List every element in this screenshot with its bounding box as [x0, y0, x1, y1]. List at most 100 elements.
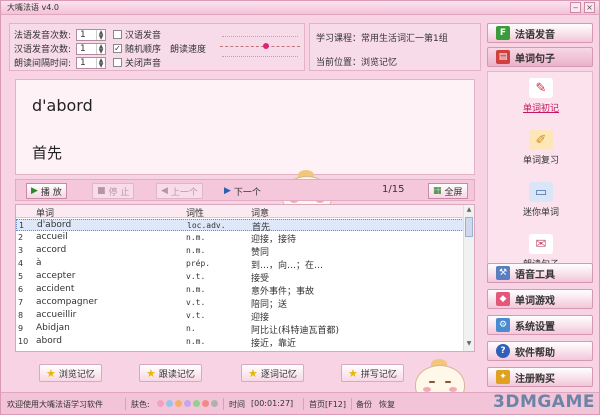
skin-color-swatch[interactable] — [184, 400, 191, 407]
help-icon: ? — [496, 344, 510, 358]
scroll-down-icon[interactable]: ▼ — [465, 340, 473, 350]
window-controls: ‒ × — [570, 2, 595, 13]
sub-navigation: ✎ 单词初记 ✐ 单词复习 ▭ 迷你单词 ✉ 朗读句子 — [487, 71, 593, 283]
current-location: 当前位置：浏览记忆 — [316, 58, 398, 68]
sidebar-item-voice-tools[interactable]: ⚒ 语音工具 — [487, 263, 593, 283]
mute-checkbox[interactable]: 关闭声音 — [113, 56, 161, 69]
sidebar-item-words-sentences[interactable]: ▤ 单词句子 — [487, 47, 593, 67]
fr-count-stepper[interactable]: 1 ▲ ▼ — [76, 28, 106, 41]
stepper-arrows-icon[interactable]: ▲ ▼ — [96, 29, 105, 40]
col-meaning[interactable]: 词意 — [251, 206, 269, 219]
book-icon: ▤ — [496, 50, 510, 64]
checkbox-box[interactable] — [113, 30, 122, 39]
checkbox-box[interactable]: ✓ — [113, 44, 122, 53]
sidebar-item-register[interactable]: ✦ 注册购买 — [487, 367, 593, 387]
sidebar: F 法语发音 ▤ 单词句子 ✎ 单词初记 ✐ 单词复习 ▭ 迷你单词 ✉ 朗读句… — [483, 19, 597, 389]
mode-label: 拼写记忆 — [360, 369, 397, 380]
grid-icon: ▦ — [433, 186, 442, 196]
play-button[interactable]: ▶ 播 放 — [26, 183, 67, 199]
row-meaning: 阿比让(科特迪瓦首都) — [251, 326, 340, 336]
col-word[interactable]: 单词 — [36, 206, 54, 219]
interval-stepper[interactable]: 1 ▲ ▼ — [76, 56, 106, 69]
row-pos: v.t. — [186, 311, 206, 320]
subnav-review[interactable]: ✐ 单词复习 — [488, 126, 594, 172]
cn-voice-checkbox[interactable]: 汉语发音 — [113, 28, 161, 41]
row-meaning: 陪同；送 — [251, 300, 288, 310]
speed-slider[interactable] — [220, 32, 300, 62]
table-row[interactable]: 6 accident n.m. 意外事件；事故 — [16, 284, 464, 297]
stepper-arrows-icon[interactable]: ▲ ▼ — [96, 57, 105, 68]
slider-thumb[interactable] — [263, 43, 269, 49]
stop-button[interactable]: ■ 停 止 — [92, 183, 135, 199]
setting-cn-count: 汉语发音次数: 1 ▲ ▼ — [14, 42, 106, 55]
sidebar-item-settings[interactable]: ⚙ 系统设置 — [487, 315, 593, 335]
next-button[interactable]: ▶ 下一个 — [220, 183, 265, 199]
memory-modes: ★ 浏览记忆 ★ 跟读记忆 ★ 逐词记忆 ★ 拼写记忆 — [15, 359, 475, 385]
sidebar-label: 系统设置 — [515, 321, 555, 333]
gear-icon: ⚙ — [496, 318, 510, 332]
table-row[interactable]: 2 accueil n.m. 迎接，接待 — [16, 232, 464, 245]
fullscreen-label: 全屏 — [444, 187, 463, 198]
backup-button[interactable]: 备份 — [356, 399, 372, 410]
skin-color-swatch[interactable] — [211, 400, 218, 407]
skin-color-swatch[interactable] — [202, 400, 209, 407]
cn-count-stepper[interactable]: 1 ▲ ▼ — [76, 42, 106, 55]
home-button[interactable]: 首页[F12] — [309, 399, 346, 410]
pen-icon: ✐ — [529, 130, 553, 150]
table-row[interactable]: 10 abord n.m. 接近，靠近 — [16, 336, 464, 349]
time-label: 时间 — [229, 400, 245, 409]
prev-button[interactable]: ◀ 上一个 — [156, 183, 203, 199]
row-word: abord — [36, 336, 62, 346]
skin-color-swatch[interactable] — [157, 400, 164, 407]
sidebar-item-help[interactable]: ? 软件帮助 — [487, 341, 593, 361]
table-row[interactable]: 5 accepter v.t. 接受 — [16, 271, 464, 284]
row-number: 9 — [18, 324, 24, 333]
slider-ticks — [222, 56, 298, 57]
checkbox-box[interactable] — [113, 58, 122, 67]
minimize-button[interactable]: ‒ — [570, 2, 581, 13]
scroll-thumb[interactable] — [465, 217, 473, 237]
sidebar-label: 语音工具 — [515, 269, 555, 281]
table-row[interactable]: 8 accueillir v.t. 迎接 — [16, 310, 464, 323]
subnav-first-learn[interactable]: ✎ 单词初记 — [488, 74, 594, 120]
row-pos: v.t. — [186, 298, 206, 307]
table-row[interactable]: 9 Abidjan n. 阿比让(科特迪瓦首都) — [16, 323, 464, 336]
table-row[interactable]: 4 à prép. 到…，向…；在… — [16, 258, 464, 271]
close-button[interactable]: × — [584, 2, 595, 13]
skin-color-swatch[interactable] — [175, 400, 182, 407]
random-order-checkbox[interactable]: ✓ 随机顺序 — [113, 42, 161, 55]
table-row[interactable]: 1 d'abord loc.adv. 首先 — [16, 219, 464, 233]
mode-spell-button[interactable]: ★ 拼写记忆 — [341, 364, 404, 382]
skin-color-swatch[interactable] — [166, 400, 173, 407]
table-row[interactable]: 7 accompagner v.t. 陪同；送 — [16, 297, 464, 310]
table-scrollbar[interactable]: ▲ ▼ — [463, 205, 474, 351]
row-word: accueil — [36, 232, 68, 242]
skin-color-swatch[interactable] — [193, 400, 200, 407]
table-row[interactable]: 3 accord n.m. 赞同 — [16, 245, 464, 258]
mode-follow-button[interactable]: ★ 跟读记忆 — [139, 364, 202, 382]
setting-label: 朗读间隔时间: — [14, 59, 72, 69]
tools-icon: ⚒ — [496, 266, 510, 280]
prev-label: 上一个 — [170, 187, 198, 198]
slider-track[interactable] — [220, 46, 300, 47]
restore-button[interactable]: 恢复 — [379, 399, 395, 410]
row-pos: n.m. — [186, 246, 206, 255]
scroll-up-icon[interactable]: ▲ — [465, 206, 473, 216]
mode-browse-button[interactable]: ★ 浏览记忆 — [39, 364, 102, 382]
setting-interval: 朗读间隔时间: 1 ▲ ▼ — [14, 56, 106, 69]
course-name: 学习课程：常用生活词汇一第1组 — [316, 34, 448, 44]
mode-word-button[interactable]: ★ 逐词记忆 — [241, 364, 304, 382]
fullscreen-button[interactable]: ▦ 全屏 — [428, 183, 468, 199]
sidebar-item-word-games[interactable]: ◆ 单词游戏 — [487, 289, 593, 309]
stepper-value: 1 — [80, 43, 86, 54]
divider — [351, 398, 352, 410]
row-number: 5 — [18, 272, 24, 281]
title-bar: 大嘴法语 v4.0 ‒ × — [1, 1, 599, 15]
subnav-mini-words[interactable]: ▭ 迷你单词 — [488, 178, 594, 224]
col-pos[interactable]: 词性 — [186, 206, 204, 219]
slider-ticks — [222, 36, 298, 37]
setting-fr-count: 法语发音次数: 1 ▲ ▼ — [14, 28, 106, 41]
stepper-arrows-icon[interactable]: ▲ ▼ — [96, 43, 105, 54]
sidebar-item-french-pronunciation[interactable]: F 法语发音 — [487, 23, 593, 43]
row-pos: n.m. — [186, 285, 206, 294]
